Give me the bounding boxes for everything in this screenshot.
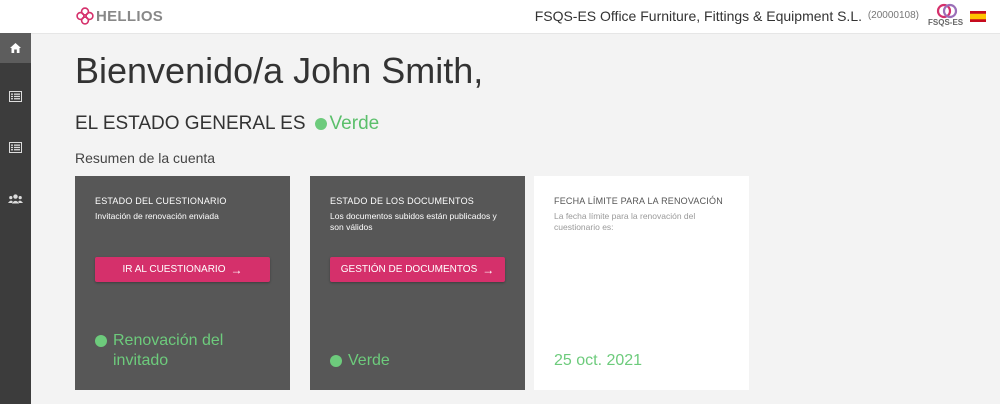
overall-status-value: Verde [329,113,380,134]
top-bar: HELLIOS FSQS-ES Office Furniture, Fittin… [0,0,1000,34]
sidebar-item-home[interactable] [0,33,31,63]
card-title: FECHA LÍMITE PARA LA RENOVACIÓN [554,196,723,206]
status-text: Verde [348,352,390,369]
manage-documents-button[interactable]: GESTIÓN DE DOCUMENTOS → [330,257,505,282]
questionnaire-status-card: ESTADO DEL CUESTIONARIO Invitación de re… [75,176,290,390]
account-summary-title: Resumen de la cuenta [75,150,216,166]
sidebar-item-questionnaire[interactable] [0,81,31,111]
company-id: (20000108) [867,10,919,21]
card-title: ESTADO DEL CUESTIONARIO [95,196,227,206]
card-description: La fecha límite para la renovación del c… [554,211,696,232]
company-name: FSQS-ES Office Furniture, Fittings & Equ… [534,8,862,24]
sidebar [0,33,31,404]
sidebar-item-users[interactable] [0,184,31,214]
questionnaire-status: Renovación del invitado [95,331,253,371]
button-label: IR AL CUESTIONARIO [122,264,226,275]
status-dot-icon [330,355,342,367]
sidebar-item-documents[interactable] [0,132,31,162]
renewal-deadline-card: FECHA LÍMITE PARA LA RENOVACIÓN La fecha… [534,176,749,390]
logo-text: HELLIOS [96,7,164,25]
arrow-right-icon: → [482,262,495,277]
documents-status-card: ESTADO DE LOS DOCUMENTOS Los documentos … [310,176,525,390]
hellios-logo-icon [76,7,94,25]
status-text: Renovación del invitado [113,332,224,369]
card-description: Los documentos subidos están publicados … [330,211,497,232]
list-icon [9,141,22,153]
overall-status-label: EL ESTADO GENERAL ES [75,113,306,134]
arrow-right-icon: → [230,262,243,277]
list-icon [9,90,22,102]
button-label: GESTIÓN DE DOCUMENTOS [340,264,478,275]
overall-status: EL ESTADO GENERAL ES Verde [75,113,379,135]
go-to-questionnaire-button[interactable]: IR AL CUESTIONARIO → [95,257,270,282]
spain-flag-icon[interactable] [970,11,986,22]
fsqs-badge-text: FSQS-ES [928,18,964,27]
hellios-logo[interactable]: HELLIOS [76,6,163,26]
status-dot-icon [95,335,107,347]
card-title: ESTADO DE LOS DOCUMENTOS [330,196,474,206]
users-icon [8,194,23,204]
documents-status: Verde [330,351,488,371]
status-dot-icon [314,118,327,130]
renewal-deadline-date: 25 oct. 2021 [554,352,643,369]
card-description: Invitación de renovación enviada [95,211,219,221]
home-icon [10,43,21,53]
welcome-heading: Bienvenido/a John Smith, [75,50,484,91]
